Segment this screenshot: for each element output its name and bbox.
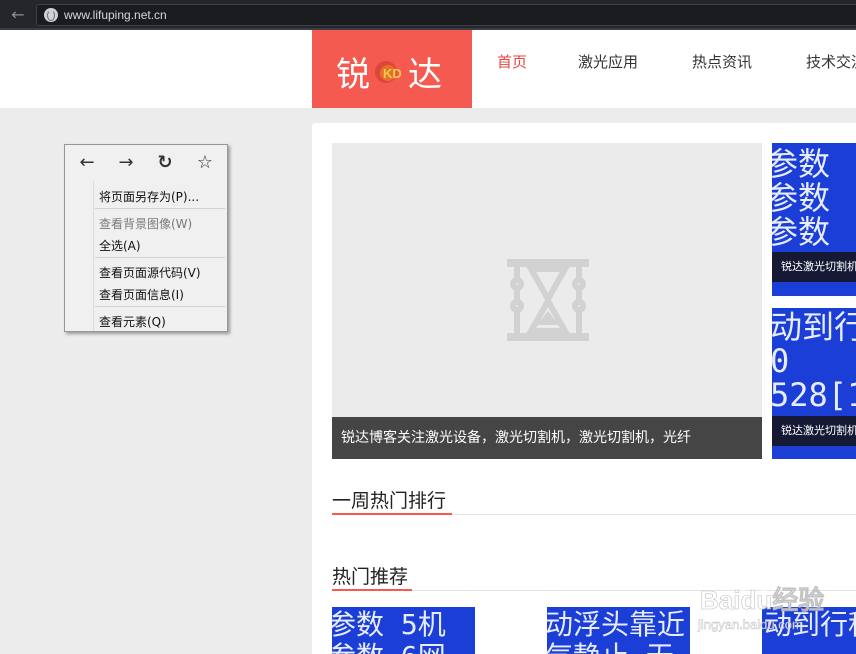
menu-separator	[95, 306, 225, 307]
back-arrow-icon[interactable]: ←	[75, 152, 99, 174]
side-thumb-1-caption[interactable]: 锐达激光切割机	[772, 252, 856, 282]
thumb-text: 动浮头靠近 气静止 无	[547, 608, 686, 654]
menu-item-save-page[interactable]: 将页面另存为(P)...	[99, 188, 199, 205]
recommend-thumb-2[interactable]: 动浮头靠近 气静止 无	[547, 607, 690, 654]
url-text[interactable]: www.lifuping.net.cn	[64, 8, 167, 22]
hot-recommend-title: 热门推荐	[332, 566, 409, 588]
thumb-text: 参数 参数 参数	[772, 145, 831, 251]
thumb-text: 参数 5机 参数 6网	[332, 608, 446, 654]
thumb-text: 动到行程	[764, 608, 856, 641]
nav-laser-application[interactable]: 激光应用	[578, 30, 638, 108]
context-menu: ← → ↻ ☆ 将页面另存为(P)... 查看背景图像(W) 全选(A) 查看页…	[64, 144, 228, 332]
logo-emblem-icon: KD	[375, 61, 402, 83]
menu-separator	[95, 257, 225, 258]
hourglass-icon	[507, 259, 589, 341]
side-thumb-1[interactable]: 参数 参数 参数 锐达激光切割机	[772, 143, 856, 296]
logo-emblem-text: KD	[383, 66, 402, 81]
browser-toolbar: ← www.lifuping.net.cn	[0, 0, 856, 30]
address-bar[interactable]: www.lifuping.net.cn	[36, 4, 856, 26]
recommend-thumb-1[interactable]: 参数 5机 参数 6网	[332, 607, 475, 654]
site-logo[interactable]: 锐 KD 达	[312, 30, 472, 108]
thumb-text: 动到行 0 528[1	[772, 308, 856, 414]
menu-item-page-info[interactable]: 查看页面信息(I)	[99, 286, 184, 303]
logo-char-right: 达	[408, 55, 442, 95]
menu-item-inspect[interactable]: 查看元素(Q)	[99, 313, 166, 330]
bookmark-star-icon[interactable]: ☆	[193, 152, 217, 174]
site-header: 锐 KD 达 首页 激光应用 热点资讯 技术交流	[0, 30, 856, 108]
globe-icon	[44, 8, 58, 22]
side-thumb-2-caption[interactable]: 锐达激光切割机	[772, 416, 856, 446]
recommend-thumb-3[interactable]: 动到行程	[762, 607, 856, 654]
hero-caption[interactable]: 锐达博客关注激光设备，激光切割机，激光切割机，光纤	[332, 417, 762, 459]
section-accent	[332, 513, 452, 515]
menu-item-view-bg-image: 查看背景图像(W)	[99, 217, 193, 231]
menu-separator	[95, 208, 225, 209]
menu-item-view-source[interactable]: 查看页面源代码(V)	[99, 264, 201, 281]
side-thumb-2[interactable]: 动到行 0 528[1 锐达激光切割机	[772, 308, 856, 459]
weekly-ranking-title: 一周热门排行	[332, 490, 447, 512]
nav-home[interactable]: 首页	[497, 30, 527, 108]
logo-char-left: 锐	[336, 55, 370, 95]
reload-icon[interactable]: ↻	[153, 152, 177, 174]
menu-gutter	[93, 181, 94, 331]
hero-slide[interactable]: 锐达博客关注激光设备，激光切割机，激光切割机，光纤	[332, 143, 762, 459]
forward-arrow-icon[interactable]: →	[114, 152, 138, 174]
nav-hot-news[interactable]: 热点资讯	[692, 30, 752, 108]
menu-item-select-all[interactable]: 全选(A)	[99, 237, 141, 254]
back-arrow-icon[interactable]: ←	[7, 5, 29, 25]
section-accent	[332, 589, 412, 591]
nav-tech-exchange[interactable]: 技术交流	[806, 30, 856, 108]
context-menu-toolbar: ← → ↻ ☆	[65, 145, 227, 181]
